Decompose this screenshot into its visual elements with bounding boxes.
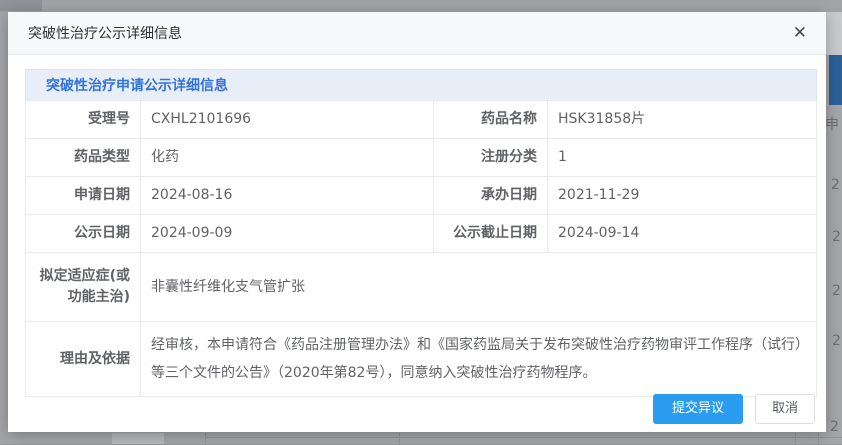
field-value: 化药 bbox=[140, 138, 434, 177]
field-value: CXHL2101696 bbox=[140, 100, 434, 139]
section-title: 突破性治疗申请公示详细信息 bbox=[25, 69, 817, 101]
field-label: 公示截止日期 bbox=[433, 214, 548, 253]
field-value: 2024-09-14 bbox=[547, 214, 817, 253]
field-label: 注册分类 bbox=[433, 138, 548, 177]
field-label: 承办日期 bbox=[433, 176, 548, 215]
table-row: 公示日期 2024-09-09 公示截止日期 2024-09-14 bbox=[25, 214, 817, 253]
table-row: 药品类型 化药 注册分类 1 bbox=[25, 138, 817, 177]
dialog-title: 突破性治疗公示详细信息 bbox=[28, 26, 182, 42]
submit-objection-button[interactable]: 提交异议 bbox=[652, 394, 743, 424]
table-row: 受理号 CXHL2101696 药品名称 HSK31858片 bbox=[25, 100, 817, 139]
field-label: 公示日期 bbox=[25, 214, 141, 253]
background-text-fragment: 2 bbox=[832, 333, 841, 349]
field-value: 2024-08-16 bbox=[140, 176, 434, 215]
field-label: 药品类型 bbox=[25, 138, 141, 177]
background-grid-cell bbox=[112, 433, 164, 445]
field-value: 经审核，本申请符合《药品注册管理办法》和《国家药监局关于发布突破性治疗药物审评工… bbox=[140, 321, 817, 397]
background-topbar bbox=[0, 0, 842, 12]
background-page-fragment bbox=[826, 12, 842, 55]
field-value: HSK31858片 bbox=[547, 100, 817, 139]
background-text-fragment: 2 bbox=[832, 283, 841, 299]
field-value: 2021-11-29 bbox=[547, 176, 817, 215]
dialog-header: 突破性治疗公示详细信息 ✕ bbox=[8, 12, 826, 55]
cancel-button[interactable]: 取消 bbox=[754, 394, 815, 424]
background-grid-line bbox=[818, 433, 819, 445]
background-grid-line bbox=[399, 433, 400, 445]
background-text-fragment: 2 bbox=[831, 177, 840, 193]
field-value: 1 bbox=[547, 138, 817, 177]
field-label: 申请日期 bbox=[25, 176, 141, 215]
dialog-body: 突破性治疗申请公示详细信息 受理号 CXHL2101696 药品名称 HSK31… bbox=[8, 55, 826, 397]
background-text-fragment: 申 bbox=[825, 117, 839, 133]
detail-table: 受理号 CXHL2101696 药品名称 HSK31858片 药品类型 化药 注… bbox=[25, 100, 817, 397]
field-label: 药品名称 bbox=[433, 100, 548, 139]
background-table-header-fragment bbox=[829, 55, 842, 105]
field-label: 受理号 bbox=[25, 100, 141, 139]
field-value: 非囊性纤维化支气管扩张 bbox=[140, 252, 817, 322]
background-grid-line bbox=[205, 437, 842, 438]
background-sidebar-fragment bbox=[0, 0, 42, 11]
background-text-fragment: 2 bbox=[830, 419, 839, 435]
close-icon[interactable]: ✕ bbox=[789, 23, 811, 44]
background-grid-line bbox=[205, 433, 206, 445]
breakthrough-therapy-detail-dialog: 突破性治疗公示详细信息 ✕ 突破性治疗申请公示详细信息 受理号 CXHL2101… bbox=[8, 12, 826, 432]
table-row-indication: 拟定适应症(或功能主治) 非囊性纤维化支气管扩张 bbox=[25, 252, 817, 322]
field-value: 2024-09-09 bbox=[140, 214, 434, 253]
table-row-reason: 理由及依据 经审核，本申请符合《药品注册管理办法》和《国家药监局关于发布突破性治… bbox=[25, 321, 817, 397]
background-text-fragment: 2 bbox=[832, 229, 841, 245]
dialog-footer: 提交异议 取消 bbox=[652, 394, 815, 424]
table-row: 申请日期 2024-08-16 承办日期 2021-11-29 bbox=[25, 176, 817, 215]
background-grid-line bbox=[795, 433, 796, 445]
field-label: 理由及依据 bbox=[25, 321, 141, 397]
field-label: 拟定适应症(或功能主治) bbox=[25, 252, 141, 322]
